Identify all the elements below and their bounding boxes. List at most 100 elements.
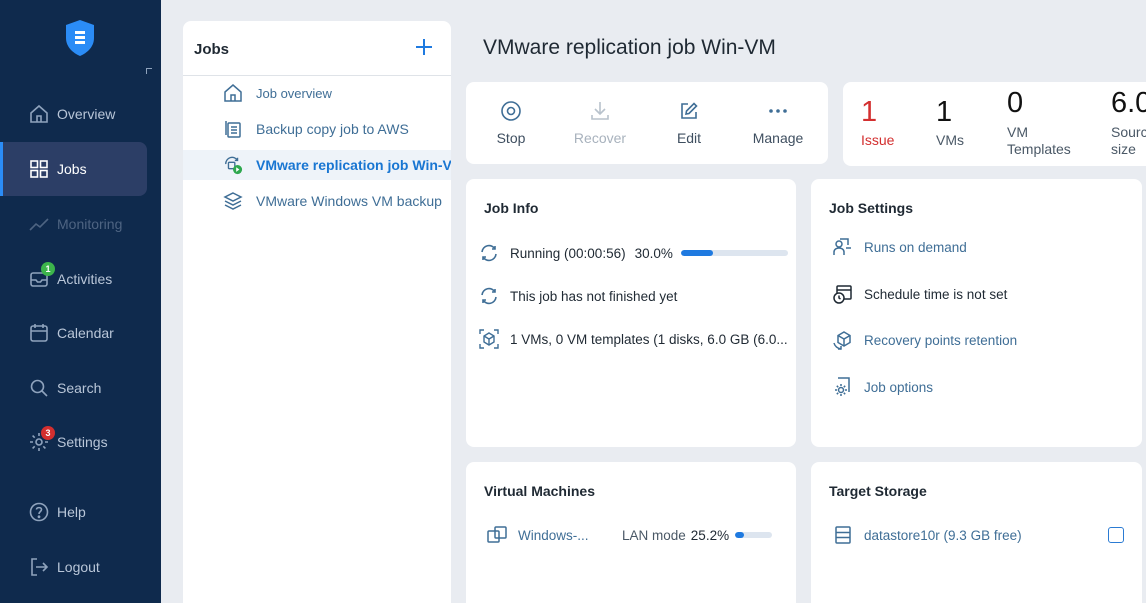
edit-icon	[681, 102, 698, 119]
recover-button[interactable]: Recover	[560, 82, 640, 164]
job-progress-bar	[680, 250, 788, 256]
stop-button[interactable]: Stop	[471, 82, 551, 164]
job-item-backup-copy[interactable]: Backup copy job to AWS	[183, 114, 451, 144]
vm-summary-row: 1 VMs, 0 VM templates (1 disks, 6.0 GB (…	[478, 327, 788, 351]
nav-label: Help	[57, 504, 86, 520]
not-finished-row: This job has not finished yet	[478, 284, 677, 308]
stop-icon	[501, 101, 521, 121]
vm-icon	[487, 526, 507, 543]
refresh-icon	[481, 287, 497, 305]
nav-label: Search	[57, 380, 102, 396]
home-icon	[30, 104, 48, 123]
manage-label: Manage	[752, 130, 804, 146]
retention-text: Recovery points retention	[864, 332, 1018, 348]
target-storage-title: Target Storage	[829, 483, 927, 499]
edit-label: Edit	[676, 130, 702, 146]
nav-label: Activities	[57, 271, 113, 287]
home-icon	[224, 84, 242, 102]
nav-label: Settings	[57, 434, 108, 450]
refresh-icon	[481, 244, 497, 262]
running-status-row: Running (00:00:56) 30.0%	[478, 241, 788, 265]
runs-on-demand-text: Runs on demand	[864, 239, 967, 255]
job-item-overview[interactable]: Job overview	[183, 78, 451, 108]
nav-settings[interactable]: 3 Settings	[0, 422, 161, 462]
nav-label: Monitoring	[57, 216, 123, 232]
nav-calendar[interactable]: Calendar	[0, 313, 161, 353]
schedule-text: Schedule time is not set	[864, 286, 1008, 302]
target-storage-card: Target Storage datastore10r (9.3 GB free…	[811, 462, 1142, 603]
nav-jobs[interactable]: Jobs	[0, 142, 161, 196]
runs-on-demand-link[interactable]: Runs on demand	[832, 235, 967, 259]
run-user-icon	[833, 238, 851, 255]
issue-count: 1	[861, 96, 878, 128]
vm-mode: LAN mode	[622, 527, 686, 543]
nav-help[interactable]: Help	[0, 492, 161, 532]
nav-label: Logout	[57, 559, 100, 575]
job-item-label: VMware Windows VM backup	[256, 193, 442, 209]
storage-icon	[835, 526, 851, 544]
nav-search[interactable]: Search	[0, 368, 161, 408]
jobs-panel-header: Jobs	[183, 21, 451, 76]
nav-label: Jobs	[57, 161, 87, 177]
source-size-label-line2: size	[1111, 141, 1136, 157]
settings-badge: 3	[41, 426, 55, 440]
sidebar: Overview Jobs Monitoring 1 Activities Ca…	[0, 0, 161, 603]
job-progress-fill	[680, 250, 713, 256]
more-icon	[769, 109, 787, 113]
chart-line-icon	[29, 218, 49, 231]
job-item-label: Backup copy job to AWS	[256, 121, 409, 137]
download-icon	[591, 102, 609, 120]
datastore-link[interactable]: datastore10r (9.3 GB free)	[832, 523, 1022, 547]
nav-overview[interactable]: Overview	[0, 94, 161, 134]
collapse-sidebar-icon[interactable]	[146, 68, 152, 74]
nav-activities[interactable]: 1 Activities	[0, 259, 161, 299]
job-item-replication-selected[interactable]: VMware replication job Win-VM	[183, 150, 451, 180]
templates-label-line2: Templates	[1007, 141, 1071, 157]
datastore-text: datastore10r (9.3 GB free)	[864, 527, 1022, 543]
grid-icon	[30, 160, 48, 178]
add-job-icon[interactable]	[415, 38, 433, 56]
vm-box-icon	[479, 329, 499, 349]
stats-card: 1 Issue 1 VMs 0 VM Templates 6.0 Source …	[843, 82, 1146, 166]
manage-button[interactable]: Manage	[738, 82, 818, 164]
vm-name-link[interactable]: Windows-...	[518, 528, 622, 543]
vm-percent: 25.2%	[690, 527, 730, 543]
virtual-machines-card: Virtual Machines Windows-... LAN mode 25…	[466, 462, 796, 603]
job-settings-card: Job Settings Runs on demand Schedule tim…	[811, 179, 1142, 447]
toolbar-card: Stop Recover Edit Manage	[466, 82, 828, 164]
issue-label: Issue	[861, 132, 895, 148]
retention-link[interactable]: Recovery points retention	[832, 328, 1017, 352]
logout-icon	[31, 558, 49, 576]
page-title: VMware replication job Win-VM	[483, 36, 776, 59]
templates-count: 0	[1007, 87, 1024, 119]
backup-copy-icon	[225, 121, 241, 138]
layers-icon	[223, 192, 243, 210]
job-settings-title: Job Settings	[829, 200, 914, 216]
retention-icon	[833, 331, 851, 350]
vm-row: Windows-... LAN mode 25.2%	[486, 523, 773, 547]
nav-label: Overview	[57, 106, 116, 122]
search-icon	[30, 379, 48, 397]
job-item-windows-backup[interactable]: VMware Windows VM backup	[183, 186, 451, 216]
shield-logo-icon	[66, 20, 94, 56]
vms-label: VMs	[936, 132, 964, 148]
nav-active-indicator	[0, 142, 3, 196]
vm-progress-fill	[735, 532, 745, 538]
nav-label: Calendar	[57, 325, 114, 341]
help-icon	[29, 502, 49, 522]
nav-monitoring: Monitoring	[0, 204, 161, 244]
replication-running-icon	[225, 156, 243, 175]
nav-logout[interactable]: Logout	[0, 547, 161, 587]
virtual-machines-title: Virtual Machines	[484, 483, 596, 499]
not-finished-text: This job has not finished yet	[510, 288, 678, 304]
jobs-panel-title: Jobs	[194, 41, 230, 58]
activities-badge: 1	[41, 262, 55, 276]
job-options-text: Job options	[864, 379, 934, 395]
source-size-label-line1: Source	[1111, 124, 1146, 140]
vm-progress-bar	[735, 532, 773, 538]
edit-button[interactable]: Edit	[649, 82, 729, 164]
job-options-link[interactable]: Job options	[832, 375, 933, 399]
job-info-card: Job Info Running (00:00:56) 30.0% This j…	[466, 179, 796, 447]
job-item-label: Job overview	[256, 85, 332, 101]
datastore-checkbox[interactable]	[1108, 527, 1124, 543]
